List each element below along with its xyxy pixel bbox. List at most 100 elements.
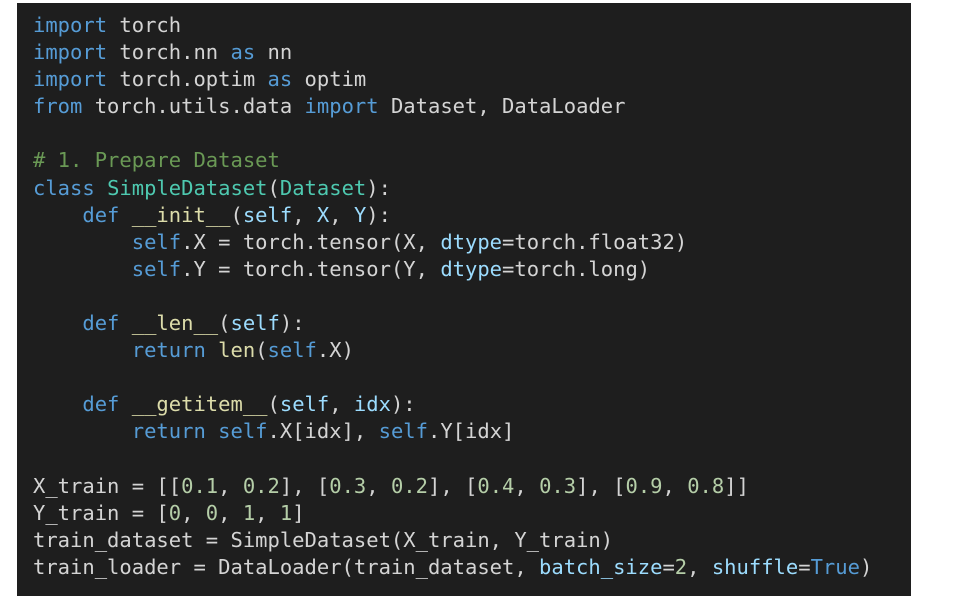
code-token: Dataset, DataLoader	[378, 94, 626, 119]
code-token: self	[378, 419, 428, 444]
code-token: nn	[255, 40, 293, 65]
code-token: ,	[329, 202, 354, 227]
code-token: self	[279, 392, 330, 417]
code-token: self	[267, 338, 317, 363]
code-token: ,	[514, 473, 540, 498]
code-token: 0.4	[477, 473, 515, 498]
code-token: dtype	[440, 229, 503, 254]
code-token: class	[33, 175, 95, 200]
code-line: return len(self.X)	[33, 337, 911, 364]
code-token: (	[267, 175, 280, 200]
code-token: ,	[292, 202, 317, 227]
code-token: __len__	[131, 311, 219, 336]
code-token: (	[230, 202, 243, 227]
code-token: ,	[218, 500, 243, 525]
code-token: # 1. Prepare Dataset	[33, 148, 280, 173]
code-token: ):	[390, 392, 416, 417]
code-token: import	[304, 94, 379, 119]
code-token: ,	[255, 500, 280, 525]
code-token: self	[242, 202, 293, 227]
code-token: train_dataset = SimpleDataset(X_train, Y…	[33, 527, 614, 552]
code-token: .X[idx],	[267, 419, 379, 444]
code-line: import torch	[33, 12, 911, 39]
code-token: )	[859, 554, 873, 579]
code-token: 1	[279, 500, 293, 525]
code-token: self	[131, 256, 182, 281]
code-token: .X = torch.tensor(X,	[181, 229, 441, 254]
code-line: train_dataset = SimpleDataset(X_train, Y…	[33, 527, 911, 554]
code-token: 0.9	[625, 473, 663, 498]
code-token: torch	[107, 13, 182, 37]
code-token: return	[131, 338, 206, 363]
code-token: as	[230, 40, 256, 65]
code-token: =	[798, 554, 811, 579]
code-token: ,	[329, 392, 354, 417]
code-token: 0	[205, 500, 219, 525]
code-token: 0.2	[390, 473, 428, 498]
code-line: Y_train = [0, 0, 1, 1]	[33, 500, 911, 527]
code-token: ,	[687, 554, 712, 579]
code-token: def	[82, 311, 120, 336]
code-line: train_loader = DataLoader(train_dataset,…	[33, 554, 911, 581]
code-token: =torch.long)	[502, 256, 651, 281]
code-token: .X)	[316, 338, 354, 363]
code-token: ,	[218, 473, 243, 498]
code-line: return self.X[idx], self.Y[idx]	[33, 418, 911, 445]
code-editor[interactable]: import torch import torch.nn as nn import …	[17, 3, 911, 596]
code-token: self	[131, 229, 182, 254]
code-token: torch.optim	[107, 67, 268, 92]
code-token: self	[218, 419, 268, 444]
code-line: class SimpleDataset(Dataset):	[33, 175, 911, 202]
code-token: idx	[353, 392, 391, 417]
code-token: .Y = torch.tensor(Y,	[181, 256, 441, 281]
code-token: ,	[366, 473, 391, 498]
code-token: Y_train = [	[33, 500, 169, 525]
code-token: as	[267, 67, 293, 92]
code-token: (	[267, 392, 280, 417]
code-token: __init__	[131, 202, 231, 227]
code-token: 0.1	[181, 473, 219, 498]
code-token: Y	[353, 202, 367, 227]
code-body: import torch import torch.nn as nn import …	[33, 12, 911, 581]
code-token: import	[33, 40, 108, 65]
code-line: self.Y = torch.tensor(Y, dtype=torch.lon…	[33, 256, 911, 283]
code-token: ], [	[427, 473, 478, 498]
code-token: dtype	[440, 256, 503, 281]
code-line: def __init__(self, X, Y):	[33, 202, 911, 229]
code-token: __getitem__	[131, 392, 268, 417]
code-token: return	[131, 419, 206, 444]
code-token: ]	[292, 500, 305, 525]
code-token: X	[316, 202, 330, 227]
code-token: .Y[idx]	[428, 419, 515, 444]
code-token: ], [	[576, 473, 626, 498]
code-token: ):	[366, 175, 391, 200]
code-token: optim	[292, 67, 367, 92]
code-token: (	[255, 338, 268, 363]
code-token: Dataset	[279, 175, 367, 200]
code-token: 0	[168, 500, 182, 525]
code-token: ):	[366, 202, 391, 227]
code-token: len	[218, 338, 256, 363]
code-token: ], [	[279, 473, 330, 498]
code-token: shuffle	[711, 554, 799, 579]
code-token: True	[810, 554, 860, 579]
code-token: ,	[181, 500, 206, 525]
code-token: from	[33, 94, 83, 119]
code-token: ,	[662, 473, 688, 498]
code-token: def	[82, 392, 120, 417]
code-token: (	[218, 311, 231, 336]
code-token: 0.3	[329, 473, 367, 498]
code-token: 0.8	[687, 473, 725, 498]
